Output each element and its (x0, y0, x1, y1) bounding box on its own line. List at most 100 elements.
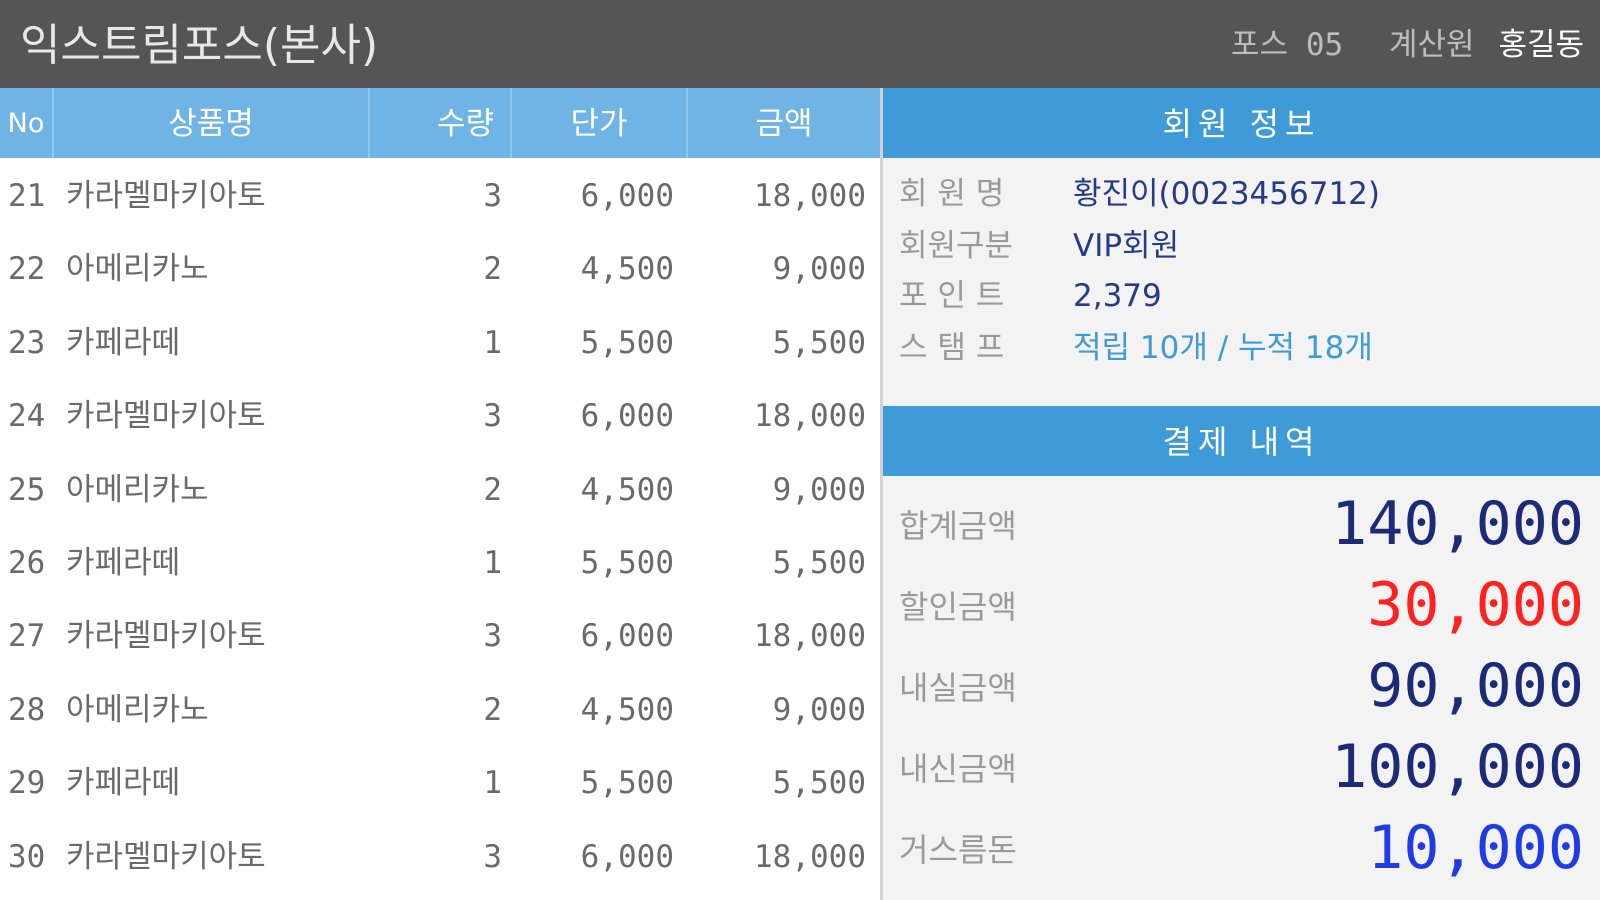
payment-row: 할인금액 30,000 (883, 563, 1600, 645)
row-no: 28 (8, 691, 46, 728)
row-no: 27 (8, 618, 46, 655)
payment-label: 합계금액 (899, 507, 1017, 545)
row-no: 25 (8, 471, 46, 508)
table-header: No 상품명 수량 단가 금액 (0, 88, 880, 158)
payment-row: 합계금액 140,000 (883, 482, 1600, 564)
product-name: 카페라떼 (66, 324, 181, 361)
amount: 5,500 (772, 324, 866, 361)
product-name: 아메리카노 (66, 471, 209, 508)
member-name-row: 회 원 명 황진이(0023456712) (899, 168, 1380, 220)
column-header-price: 단가 (512, 88, 688, 158)
quantity: 1 (483, 324, 502, 361)
table-row[interactable]: 26 카페라떼 1 5,500 5,500 (0, 525, 880, 598)
amount: 5,500 (772, 765, 866, 802)
quantity: 3 (483, 398, 502, 435)
member-stamp-label: 스 탬 프 (899, 330, 1005, 366)
quantity: 2 (483, 691, 502, 728)
product-name: 카페라떼 (66, 765, 181, 802)
payment-label: 내실금액 (899, 669, 1017, 707)
member-stamp-row: 스 탬 프 적립 10개 / 누적 18개 (899, 322, 1373, 374)
payment-label: 내신금액 (899, 750, 1017, 788)
product-name: 카라멜마키아토 (66, 178, 266, 214)
unit-price: 5,500 (580, 544, 674, 581)
title-bar: 익스트림포스(본사) 포스 05 계산원 홍길동 (0, 0, 1600, 88)
payment-list: 합계금액 140,000 할인금액 30,000 내실금액 90,000 내신금액 100,0… (883, 476, 1600, 900)
amount: 9,000 (772, 251, 866, 288)
unit-price: 4,500 (580, 691, 674, 728)
member-grade-value: VIP회원 (1073, 228, 1180, 264)
table-row[interactable]: 24 카라멜마키아토 3 6,000 18,000 (0, 378, 880, 451)
amount: 18,000 (754, 838, 866, 875)
table-row[interactable]: 25 아메리카노 2 4,500 9,000 (0, 452, 880, 525)
amount: 9,000 (772, 691, 866, 728)
quantity: 1 (483, 544, 502, 581)
member-point-value: 2,379 (1073, 278, 1162, 314)
member-stamp-value: 적립 10개 / 누적 18개 (1073, 330, 1373, 366)
terminal-info: 포스 05 계산원 홍길동 (1231, 0, 1584, 88)
column-header-amount: 금액 (755, 106, 813, 142)
row-no: 22 (8, 251, 46, 288)
table-row[interactable]: 22 아메리카노 2 4,500 9,000 (0, 231, 880, 304)
member-point-label: 포 인 트 (899, 278, 1005, 314)
payment-label: 할인금액 (899, 588, 1017, 626)
table-row[interactable]: 29 카페라떼 1 5,500 5,500 (0, 745, 880, 818)
member-info: 회 원 명 황진이(0023456712) 회원구분 VIP회원 포 인 트 2,37… (883, 158, 1600, 406)
cashier-name: 홍길동 (1498, 27, 1584, 63)
table-row[interactable]: 23 카페라떼 1 5,500 5,500 (0, 305, 880, 378)
table-row[interactable]: 27 카라멜마키아토 3 6,000 18,000 (0, 598, 880, 671)
amount: 18,000 (754, 398, 866, 435)
quantity: 3 (483, 838, 502, 875)
unit-price: 6,000 (580, 618, 674, 655)
payment-value: 10,000 (1367, 813, 1584, 883)
quantity: 2 (483, 251, 502, 288)
product-name: 카페라떼 (66, 544, 181, 581)
product-name: 아메리카노 (66, 251, 209, 288)
row-no: 24 (8, 398, 46, 435)
member-info-header: 회원 정보 (883, 88, 1600, 158)
side-panel: 회원 정보 회 원 명 황진이(0023456712) 회원구분 VIP회원 포 인… (883, 88, 1600, 900)
table-row[interactable]: 21 카라멜마키아토 3 6,000 18,000 (0, 158, 880, 231)
quantity: 2 (483, 471, 502, 508)
pos-number: 05 (1305, 27, 1344, 63)
unit-price: 6,000 (580, 398, 674, 435)
payment-value: 140,000 (1331, 489, 1584, 559)
row-no: 26 (8, 544, 46, 581)
quantity: 1 (483, 765, 502, 802)
quantity: 3 (483, 178, 502, 214)
amount: 5,500 (772, 544, 866, 581)
unit-price: 5,500 (580, 765, 674, 802)
table-body: 21 카라멜마키아토 3 6,000 18,000 22 아메리카노 2 4,500 9,000 2… (0, 158, 880, 892)
amount: 18,000 (754, 618, 866, 655)
member-grade-row: 회원구분 VIP회원 (899, 220, 1179, 272)
product-name: 아메리카노 (66, 691, 209, 728)
payment-value: 30,000 (1367, 570, 1584, 640)
product-name: 카라멜마키아토 (66, 618, 266, 655)
unit-price: 6,000 (580, 838, 674, 875)
payment-row: 내실금액 90,000 (883, 644, 1600, 726)
pos-label: 포스 (1230, 27, 1288, 63)
payment-value: 90,000 (1367, 651, 1584, 721)
row-no: 30 (8, 838, 46, 875)
unit-price: 4,500 (580, 251, 674, 288)
payment-header: 결제 내역 (883, 406, 1600, 476)
app-title: 익스트림포스(본사) (20, 20, 379, 71)
table-row[interactable]: 30 카라멜마키아토 3 6,000 18,000 (0, 819, 880, 892)
unit-price: 5,500 (580, 324, 674, 361)
payment-value: 100,000 (1331, 732, 1584, 802)
column-header-no: No (0, 88, 54, 158)
row-no: 21 (8, 178, 46, 214)
member-grade-label: 회원구분 (899, 228, 1014, 264)
product-table: No 상품명 수량 단가 금액 21 카라멜마키아토 3 6,000 18,000 22 아… (0, 88, 880, 900)
quantity: 3 (483, 618, 502, 655)
payment-row: 거스름돈 10,000 (883, 806, 1600, 888)
product-name: 카라멜마키아토 (66, 398, 266, 435)
column-header-name: 상품명 (54, 88, 370, 158)
amount: 9,000 (772, 471, 866, 508)
member-name-value: 황진이(0023456712) (1073, 176, 1380, 212)
table-row[interactable]: 28 아메리카노 2 4,500 9,000 (0, 672, 880, 745)
row-no: 23 (8, 324, 46, 361)
product-name: 카라멜마키아토 (66, 838, 266, 875)
unit-price: 4,500 (580, 471, 674, 508)
cashier-label: 계산원 (1389, 27, 1475, 63)
payment-label: 거스름돈 (899, 831, 1017, 869)
